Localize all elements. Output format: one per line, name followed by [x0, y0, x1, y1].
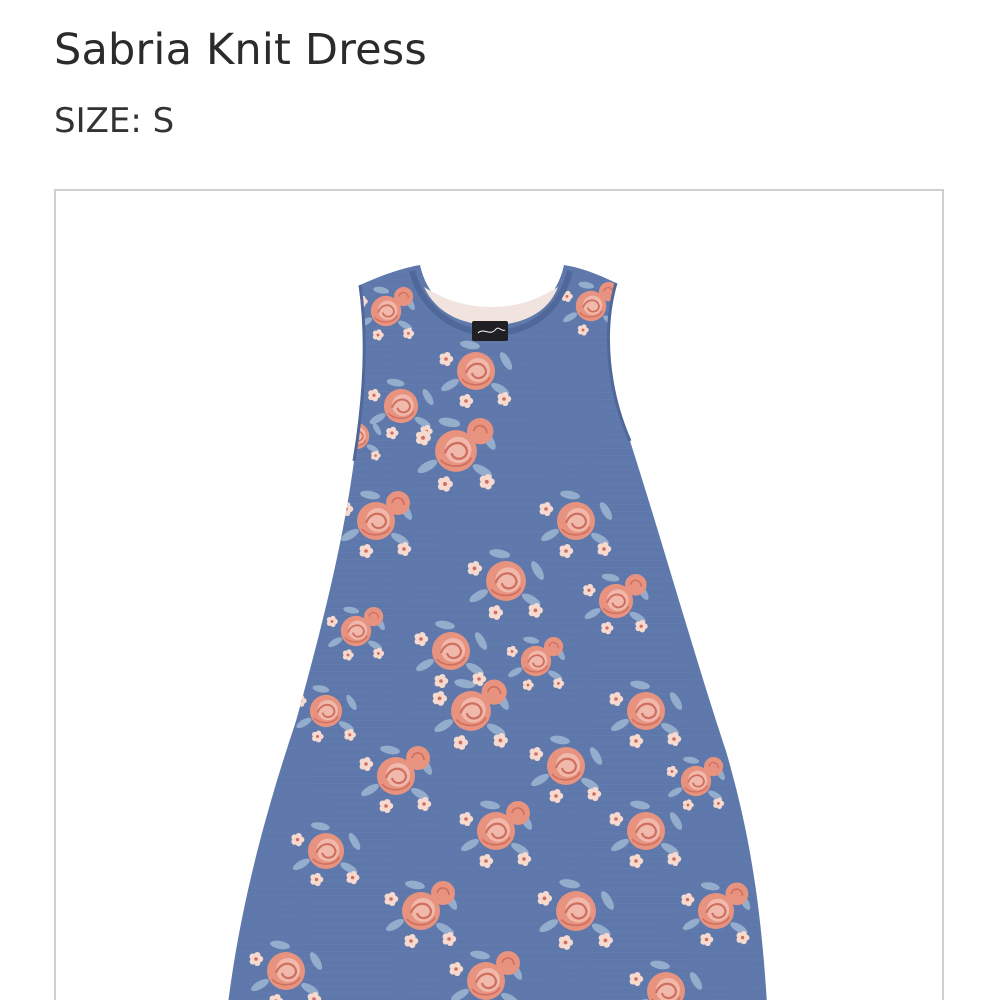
size-value: S [152, 101, 175, 141]
size-indicator: SIZE: S [54, 98, 174, 144]
size-label: SIZE: [54, 101, 142, 141]
brand-tag [472, 321, 508, 341]
product-image-frame[interactable] [54, 189, 944, 1000]
product-image [226, 265, 768, 1000]
product-title: Sabria Knit Dress [54, 25, 428, 75]
